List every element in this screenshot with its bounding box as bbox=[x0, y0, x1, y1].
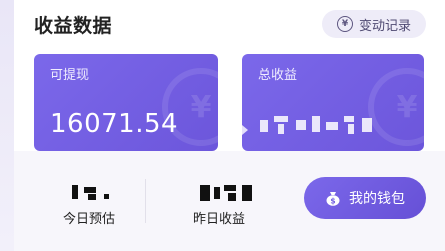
left-edge-strip bbox=[0, 0, 14, 251]
today-estimate-stat[interactable]: 今日预估 bbox=[34, 151, 144, 251]
withdrawable-card[interactable]: ¥ 可提现 16071.54 bbox=[34, 54, 218, 151]
page-title: 收益数据 bbox=[34, 15, 113, 37]
yesterday-earnings-stat[interactable]: 昨日收益 bbox=[164, 151, 274, 251]
withdrawable-label: 可提现 bbox=[50, 68, 90, 83]
total-earnings-label: 总收益 bbox=[258, 68, 298, 83]
yesterday-earnings-label: 昨日收益 bbox=[192, 212, 245, 227]
withdrawable-amount: 16071.54 bbox=[50, 109, 179, 139]
svg-text:$: $ bbox=[330, 196, 335, 205]
card-pointer-arrow bbox=[242, 125, 248, 135]
today-estimate-label: 今日预估 bbox=[62, 212, 115, 227]
stat-divider bbox=[145, 179, 146, 223]
yen-circle-icon: ¥ bbox=[336, 16, 353, 32]
total-earnings-pixelated-value bbox=[258, 114, 378, 136]
yesterday-earnings-pixelated-value bbox=[184, 185, 254, 201]
money-bag-icon: $ bbox=[325, 191, 341, 206]
earnings-summary-panel: 今日预估 昨日收益 $ 我的钱包 bbox=[14, 151, 445, 251]
today-estimate-pixelated-value bbox=[54, 185, 124, 201]
change-record-label: 变动记录 bbox=[358, 18, 411, 34]
my-wallet-label: 我的钱包 bbox=[349, 191, 405, 207]
total-earnings-card[interactable]: ¥ 总收益 bbox=[242, 54, 424, 151]
my-wallet-button[interactable]: $ 我的钱包 bbox=[304, 177, 426, 219]
change-record-button[interactable]: ¥ 变动记录 bbox=[322, 10, 426, 38]
